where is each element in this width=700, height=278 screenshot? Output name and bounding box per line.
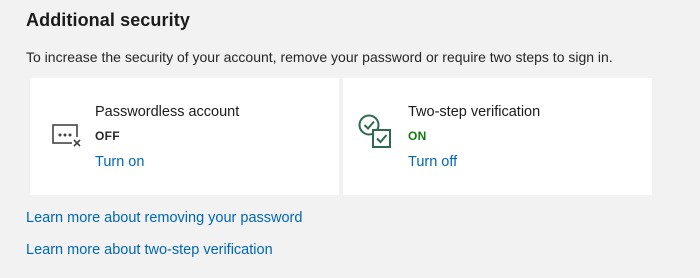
- learn-more-remove-password-link[interactable]: Learn more about removing your password: [26, 210, 302, 226]
- learn-more-two-step-link[interactable]: Learn more about two-step verification: [26, 242, 273, 258]
- two-step-title: Two-step verification: [408, 104, 541, 120]
- two-step-status: ON: [408, 129, 427, 143]
- turn-on-link[interactable]: Turn on: [95, 154, 144, 170]
- two-step-verification-card: Two-step verification ON Turn off: [343, 78, 652, 195]
- section-description: To increase the security of your account…: [26, 49, 613, 65]
- password-dots-icon: [52, 124, 82, 153]
- passwordless-account-card: Passwordless account OFF Turn on: [30, 78, 339, 195]
- passwordless-status: OFF: [95, 129, 120, 143]
- two-step-check-icon: [357, 113, 393, 156]
- section-title: Additional security: [26, 10, 190, 30]
- passwordless-title: Passwordless account: [95, 104, 240, 120]
- turn-off-link[interactable]: Turn off: [408, 154, 457, 170]
